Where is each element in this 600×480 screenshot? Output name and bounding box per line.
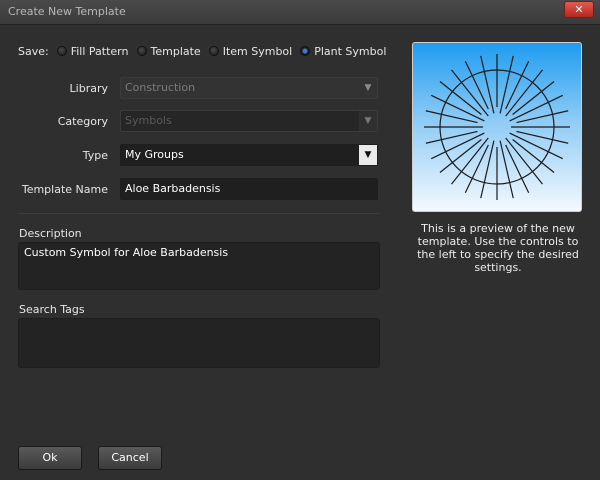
type-value: My Groups xyxy=(125,148,184,161)
type-dropdown[interactable]: My Groups ▼ xyxy=(120,144,378,166)
category-label: Category xyxy=(57,114,108,128)
template-name-row: Template Name Aloe Barbadensis xyxy=(18,177,380,201)
save-label: Save: xyxy=(18,44,49,58)
search-tags-textarea[interactable] xyxy=(18,318,380,368)
save-type-group: Save: Fill Pattern Template Item Symbol … xyxy=(18,43,394,59)
preview-spoke xyxy=(425,110,478,124)
library-row: Library Construction ▼ xyxy=(18,76,380,100)
preview-spoke xyxy=(499,55,514,114)
radio-label: Fill Pattern xyxy=(70,44,129,58)
radial-plant-symbol-icon xyxy=(424,54,570,200)
radio-template[interactable]: Template xyxy=(136,44,201,58)
radio-label: Plant Symbol xyxy=(314,44,387,58)
preview-spoke xyxy=(499,140,514,199)
template-preview xyxy=(412,42,582,212)
divider xyxy=(18,213,380,214)
window-title: Create New Template xyxy=(8,5,126,18)
title-bar: Create New Template ✕ xyxy=(0,0,600,25)
ok-button[interactable]: Ok xyxy=(18,446,82,470)
chevron-down-icon: ▼ xyxy=(359,145,377,165)
radio-item-symbol[interactable]: Item Symbol xyxy=(208,44,293,58)
preview-spoke xyxy=(430,132,485,160)
preview-spoke xyxy=(509,132,564,160)
chevron-down-icon: ▼ xyxy=(364,83,372,93)
radio-dot-selected-icon xyxy=(300,46,311,56)
preview-spoke xyxy=(480,140,495,199)
cancel-button[interactable]: Cancel xyxy=(98,446,162,470)
preview-spoke xyxy=(509,94,564,122)
create-template-dialog: Create New Template ✕ Save: Fill Pattern… xyxy=(0,0,600,480)
description-label: Description xyxy=(19,227,82,240)
preview-spoke xyxy=(480,55,495,114)
radio-fill-pattern[interactable]: Fill Pattern xyxy=(56,44,129,58)
library-label: Library xyxy=(69,81,108,95)
description-textarea[interactable]: Custom Symbol for Aloe Barbadensis xyxy=(18,242,380,290)
library-value: Construction xyxy=(125,81,196,94)
category-value: Symbols xyxy=(125,114,172,127)
radio-label: Item Symbol xyxy=(222,44,293,58)
preview-spoke xyxy=(516,110,569,124)
type-row: Type My Groups ▼ xyxy=(18,143,380,167)
template-name-input[interactable]: Aloe Barbadensis xyxy=(120,178,378,200)
chevron-down-icon: ▼ xyxy=(359,111,377,131)
preview-spoke xyxy=(425,130,478,144)
search-tags-label: Search Tags xyxy=(19,303,85,316)
type-label: Type xyxy=(82,148,108,162)
radio-dot-icon xyxy=(136,46,147,56)
category-dropdown[interactable]: Symbols ▼ xyxy=(120,110,378,132)
library-dropdown[interactable]: Construction ▼ xyxy=(120,77,378,99)
category-row: Category Symbols ▼ xyxy=(18,109,380,133)
close-button[interactable]: ✕ xyxy=(564,1,594,18)
radio-dot-icon xyxy=(208,46,219,56)
template-name-label: Template Name xyxy=(21,182,108,196)
radio-plant-symbol[interactable]: Plant Symbol xyxy=(300,45,386,58)
radio-label: Template xyxy=(150,44,201,58)
preview-description: This is a preview of the new template. U… xyxy=(417,222,579,274)
radio-dot-icon xyxy=(56,46,67,56)
preview-spoke xyxy=(516,130,569,144)
preview-spoke xyxy=(430,94,485,122)
